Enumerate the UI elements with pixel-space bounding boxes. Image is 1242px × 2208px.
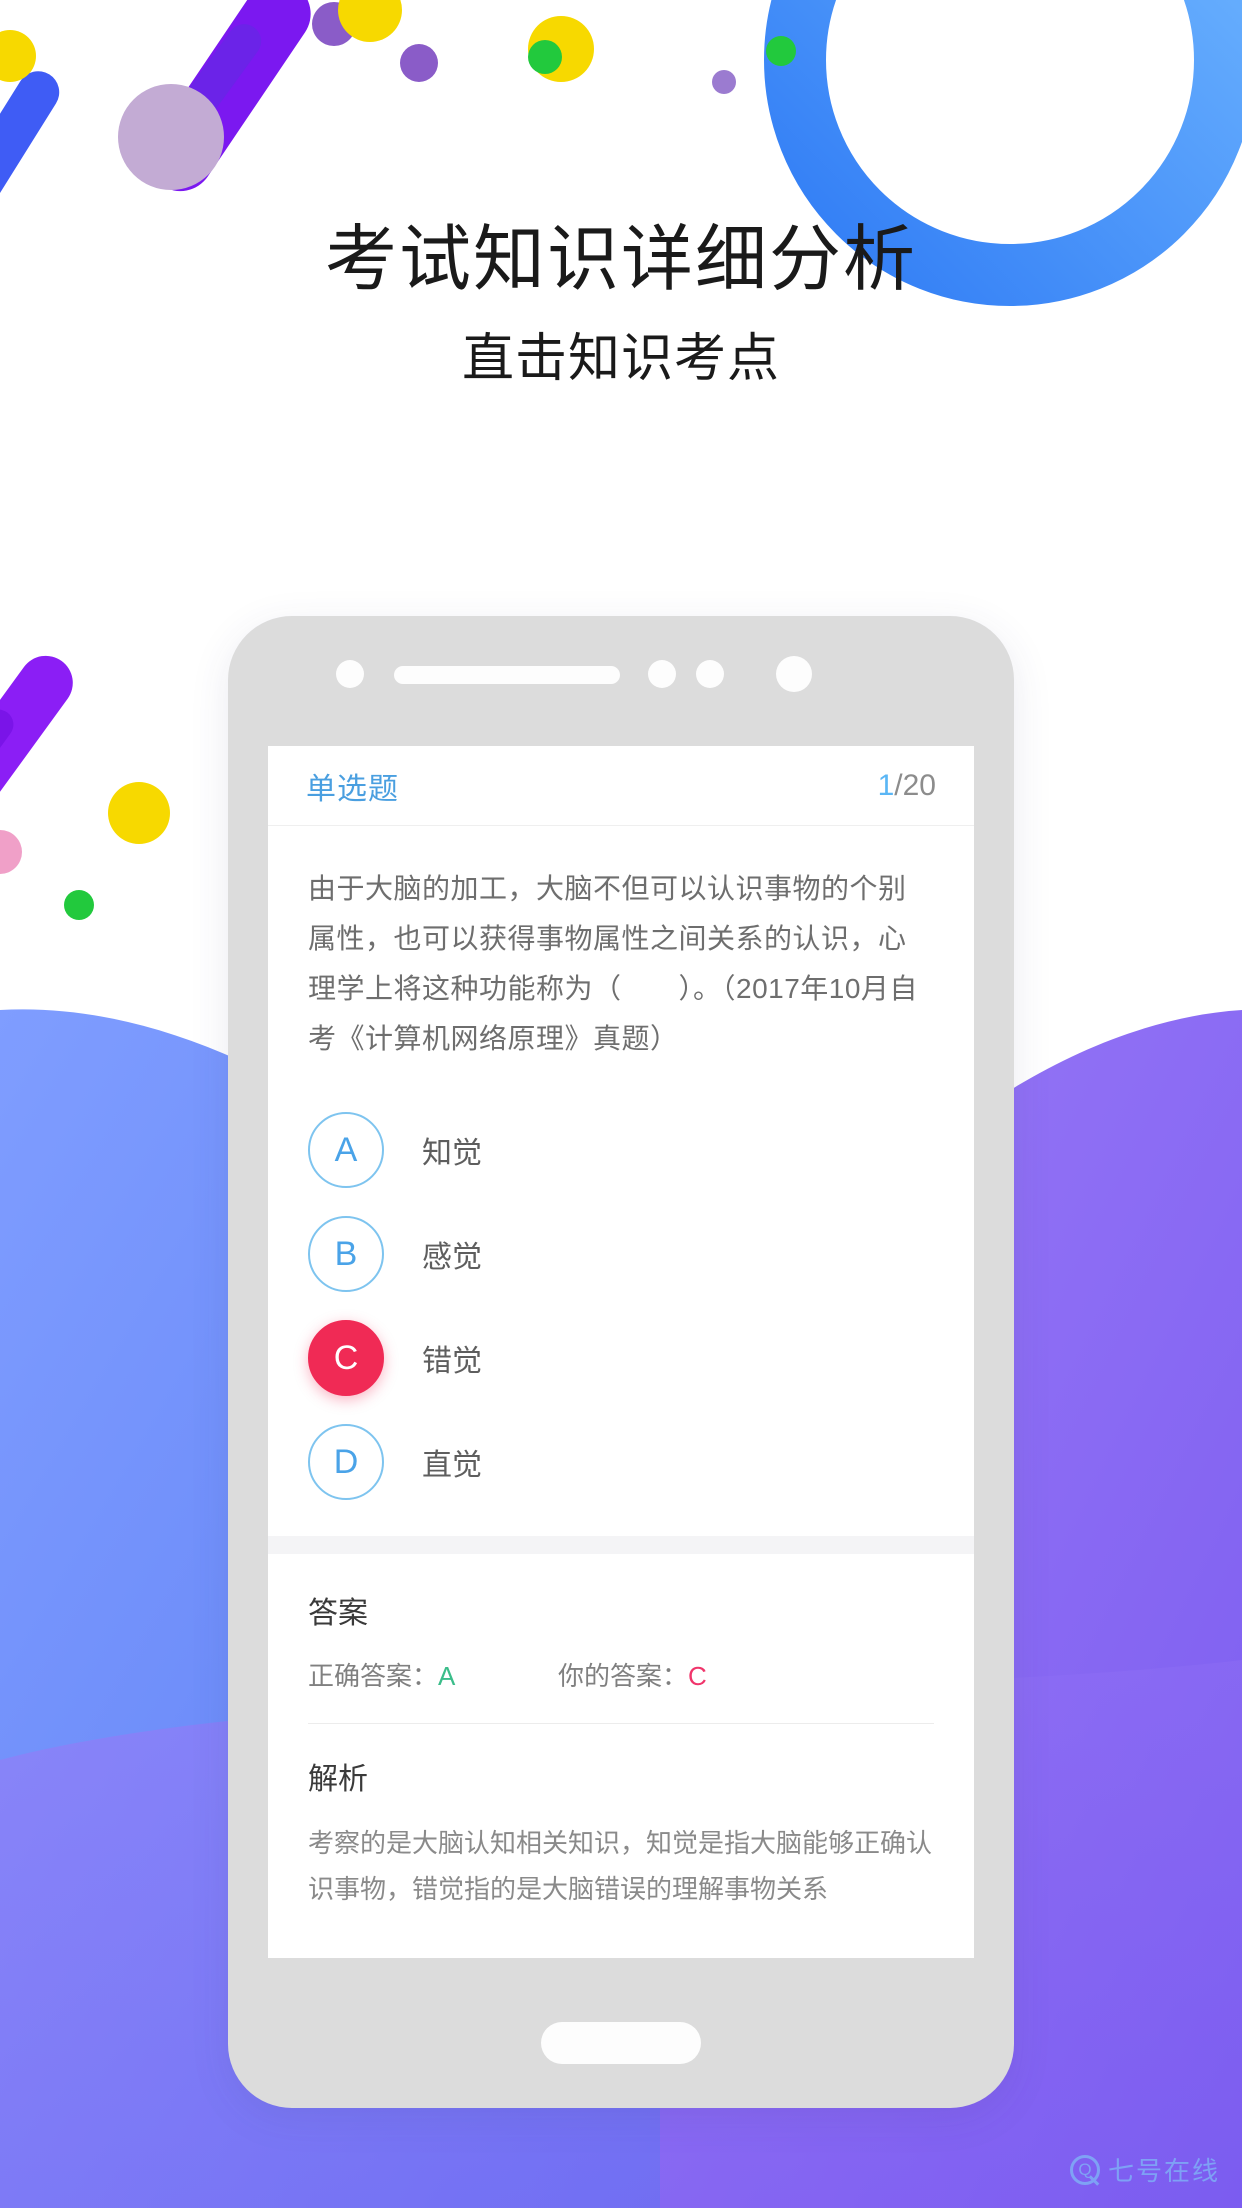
your-answer-field: 你的答案：C [558,1656,707,1693]
phone-home-button[interactable] [541,2022,701,2064]
option-c-marker[interactable]: C [308,1320,384,1396]
correct-answer-value: A [438,1661,456,1691]
decor-dot-yellow-mid-left [108,782,170,844]
question-counter-total: /20 [894,768,936,802]
analysis-text: 考察的是大脑认知相关知识，知觉是指大脑能够正确认识事物，错觉指的是大脑错误的理解… [308,1828,933,1904]
question-type-label: 单选题 [306,772,399,806]
decor-dot-green-mid-left [64,890,94,920]
your-answer-label: 你的答案： [558,1661,689,1691]
analysis-section: 解析 考察的是大脑认知相关知识，知觉是指大脑能够正确认识事物，错觉指的是大脑错误… [268,1724,974,1912]
answer-section: 答案 正确答案：A 你的答案：C [268,1554,974,1724]
question-text: 由于大脑的加工，大脑不但可以认识事物的个别属性，也可以获得事物属性之间关系的认识… [308,873,918,1054]
section-separator [268,1536,974,1554]
question-body: 由于大脑的加工，大脑不但可以认识事物的个别属性，也可以获得事物属性之间关系的认识… [268,826,974,1514]
watermark-logo-icon: Q [1069,2154,1100,2185]
option-b[interactable]: B 感觉 [308,1202,934,1306]
correct-answer-field: 正确答案：A [308,1656,558,1693]
option-c-label: 错觉 [422,1345,482,1378]
page-title: 考试知识详细分析 [324,220,917,300]
question-counter-current: 1 [877,768,895,802]
answer-section-title: 答案 [308,1597,368,1630]
option-b-label: 感觉 [422,1241,482,1274]
phone-mockup: 单选题 1/20 由于大脑的加工，大脑不但可以认识事物的个别属性，也可以获得事物… [228,616,1014,2108]
watermark-text: 七号在线 [1107,2156,1220,2186]
question-counter: 1/20 [878,769,936,803]
quiz-header: 单选题 1/20 [268,746,974,826]
option-a[interactable]: A 知觉 [308,1098,934,1202]
option-d-marker[interactable]: D [308,1424,384,1500]
option-b-marker[interactable]: B [308,1216,384,1292]
option-a-label: 知觉 [422,1137,482,1170]
phone-screen: 单选题 1/20 由于大脑的加工，大脑不但可以认识事物的个别属性，也可以获得事物… [268,746,974,1958]
options-list: A 知觉 B 感觉 C 错觉 D 直觉 [308,1098,934,1514]
option-d[interactable]: D 直觉 [308,1410,934,1514]
headline-block: 考试知识详细分析 直击知识考点 [0,0,1242,390]
option-d-label: 直觉 [422,1449,482,1482]
phone-sensor-icon-2 [696,660,724,688]
page-subtitle: 直击知识考点 [461,330,780,388]
option-c[interactable]: C 错觉 [308,1306,934,1410]
phone-speaker-grill [394,666,620,684]
watermark: Q 七号在线 [1069,2151,1220,2188]
phone-camera-icon [336,660,364,688]
phone-front-camera-icon [776,656,812,692]
analysis-section-title: 解析 [308,1763,368,1796]
correct-answer-label: 正确答案： [308,1661,439,1691]
answer-row: 正确答案：A 你的答案：C [308,1656,934,1693]
phone-sensor-icon-1 [648,660,676,688]
option-a-marker[interactable]: A [308,1112,384,1188]
your-answer-value: C [688,1661,707,1691]
